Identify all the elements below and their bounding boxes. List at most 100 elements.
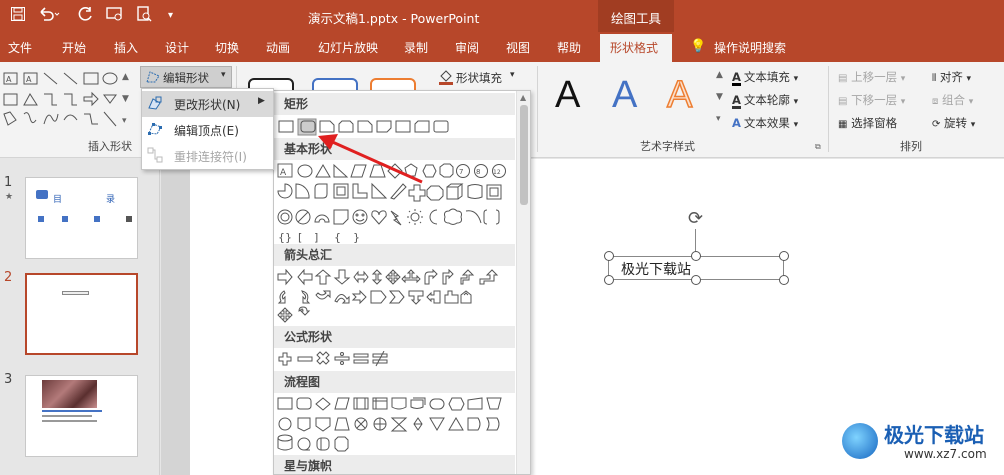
group-label-insert-shapes: 插入形状 xyxy=(88,140,132,153)
slide-thumbnail-1[interactable]: 目 录 xyxy=(25,177,138,259)
thumb-bullet xyxy=(38,216,44,222)
wordart-more-icon[interactable]: ▾ xyxy=(716,114,721,124)
text-effects-button[interactable]: A 文本效果 ▾ xyxy=(732,115,798,131)
shape-grid-arrows[interactable] xyxy=(277,268,515,325)
watermark-name: 极光下载站 xyxy=(884,423,984,447)
tab-home[interactable]: 开始 xyxy=(62,39,86,56)
wordart-styles-gallery[interactable]: A A A xyxy=(545,73,715,128)
text-outline-button[interactable]: A 文本轮廓 ▾ xyxy=(732,92,798,109)
align-button[interactable]: ⫴ 对齐 ▾ xyxy=(932,69,971,85)
tab-insert[interactable]: 插入 xyxy=(114,39,138,56)
slide-number-3: 3 xyxy=(4,372,13,387)
group-button[interactable]: ⧈ 组合 ▾ xyxy=(932,92,973,108)
tab-view[interactable]: 视图 xyxy=(506,39,530,56)
gallery-scrollbar[interactable]: ▲ xyxy=(516,91,530,474)
print-preview-icon[interactable] xyxy=(136,6,154,28)
dialog-launcher-icon[interactable]: ⧉ xyxy=(815,142,821,152)
scrollbar-thumb[interactable] xyxy=(520,105,528,205)
gallery-more-icon[interactable]: ▾ xyxy=(122,116,127,126)
ribbon-tabs: 文件 开始 插入 设计 切换 动画 幻灯片放映 录制 审阅 视图 帮助 形状格式… xyxy=(0,32,1004,62)
slide-thumbnails-pane: 1 ★ 目 录 2 3 xyxy=(0,159,160,475)
textbox-text[interactable]: 极光下载站 xyxy=(621,259,691,279)
thumb-textbox xyxy=(62,291,89,295)
menu-item-edit-points[interactable]: 编辑顶点(E) xyxy=(142,117,273,143)
customize-qat-icon[interactable]: ▾ xyxy=(168,6,173,26)
slideshow-from-start-icon[interactable] xyxy=(106,6,124,28)
text-effects-icon: A xyxy=(732,116,741,130)
resize-handle[interactable] xyxy=(604,251,614,261)
tab-shape-format[interactable]: 形状格式 xyxy=(600,34,672,62)
shape-fill-button[interactable]: 形状填充 ▾ xyxy=(436,68,526,88)
shape-grid-flowchart[interactable] xyxy=(277,396,515,454)
shape-row-equation[interactable] xyxy=(277,350,515,369)
slide-thumbnail-3[interactable] xyxy=(25,375,138,457)
selection-pane-button[interactable]: ▦ 选择窗格 xyxy=(838,115,897,131)
tab-record[interactable]: 录制 xyxy=(404,39,428,56)
tab-file[interactable]: 文件 xyxy=(8,39,32,56)
wordart-scroll-down-icon[interactable]: ▼ xyxy=(716,92,723,102)
selection-pane-label: 选择窗格 xyxy=(851,116,898,130)
thumb-bullet xyxy=(126,216,132,222)
text-fill-button[interactable]: A 文本填充 ▾ xyxy=(732,69,798,86)
tab-design[interactable]: 设计 xyxy=(165,39,189,56)
svg-text:7: 7 xyxy=(459,168,463,176)
svg-text:A: A xyxy=(26,75,32,84)
resize-handle[interactable] xyxy=(604,275,614,285)
submenu-arrow-icon: ▶ xyxy=(258,96,265,106)
resize-handle[interactable] xyxy=(691,251,701,261)
watermark-url: www.xz7.com xyxy=(904,447,987,461)
chevron-down-icon: ▾ xyxy=(510,70,515,80)
tab-review[interactable]: 审阅 xyxy=(455,39,479,56)
wordart-style-orange[interactable]: A xyxy=(666,73,693,117)
resize-handle[interactable] xyxy=(779,251,789,261)
svg-text:[: [ xyxy=(298,231,302,243)
edit-shape-button[interactable]: 编辑形状 ▾ xyxy=(140,66,232,88)
text-fill-icon: A xyxy=(732,70,741,86)
tab-transitions[interactable]: 切换 xyxy=(215,39,239,56)
bring-forward-icon: ▤ xyxy=(838,73,848,84)
thumb-title-b: 录 xyxy=(106,195,116,205)
resize-handle[interactable] xyxy=(691,275,701,285)
tab-animations[interactable]: 动画 xyxy=(266,39,290,56)
tab-slideshow[interactable]: 幻灯片放映 xyxy=(318,39,378,56)
wordart-style-blue[interactable]: A xyxy=(612,74,637,117)
edit-points-icon xyxy=(147,121,163,140)
change-shape-icon xyxy=(147,95,163,114)
undo-icon[interactable] xyxy=(38,6,60,28)
rotate-handle-icon[interactable]: ⟳ xyxy=(688,210,703,228)
paint-bucket-icon xyxy=(438,69,454,88)
drawing-tools-context: 绘图工具 xyxy=(598,0,674,32)
slide-number-1: 1 xyxy=(4,175,13,190)
wordart-style-black[interactable]: A xyxy=(555,74,580,117)
save-icon[interactable] xyxy=(10,6,26,28)
menu-item-reroute-connectors[interactable]: 重排连接符(I) xyxy=(142,143,273,169)
rotate-label: 旋转 xyxy=(944,116,968,130)
tell-me-search[interactable]: 操作说明搜索 xyxy=(714,39,786,56)
insert-shapes-gallery[interactable]: A A xyxy=(2,70,120,130)
menu-item-change-shape[interactable]: 更改形状(N) ▶ xyxy=(142,91,273,117)
edit-shape-menu: 更改形状(N) ▶ 编辑顶点(E) 重排连接符(I) xyxy=(141,88,274,170)
reroute-connectors-label: 重排连接符(I) xyxy=(174,150,247,164)
svg-text:A: A xyxy=(6,75,12,84)
rotate-button[interactable]: ⟳ 旋转 ▾ xyxy=(932,115,975,131)
text-outline-icon: A xyxy=(732,93,741,109)
tab-help[interactable]: 帮助 xyxy=(557,39,581,56)
bring-forward-label: 上移一层 xyxy=(851,70,898,84)
scroll-up-icon[interactable]: ▲ xyxy=(520,93,526,102)
text-effects-label: 文本效果 xyxy=(743,116,790,130)
align-icon: ⫴ xyxy=(932,73,937,84)
section-stars-banners: 星与旗帜 xyxy=(274,455,515,474)
svg-text:A: A xyxy=(280,168,287,178)
gallery-scroll-up-icon[interactable]: ▲ xyxy=(122,72,129,82)
resize-handle[interactable] xyxy=(779,275,789,285)
redo-icon[interactable] xyxy=(78,6,94,28)
context-tool-label: 绘图工具 xyxy=(611,11,662,26)
send-backward-button[interactable]: ▤ 下移一层 ▾ xyxy=(838,92,905,108)
group-icon: ⧈ xyxy=(932,96,939,107)
gallery-scroll-down-icon[interactable]: ▼ xyxy=(122,94,129,104)
slide-thumbnail-2-selected[interactable] xyxy=(25,273,138,355)
bring-forward-button[interactable]: ▤ 上移一层 ▾ xyxy=(838,69,905,85)
wordart-scroll-up-icon[interactable]: ▲ xyxy=(716,70,723,80)
section-rectangles: 矩形 xyxy=(274,93,515,115)
red-annotation-arrow xyxy=(318,134,423,184)
